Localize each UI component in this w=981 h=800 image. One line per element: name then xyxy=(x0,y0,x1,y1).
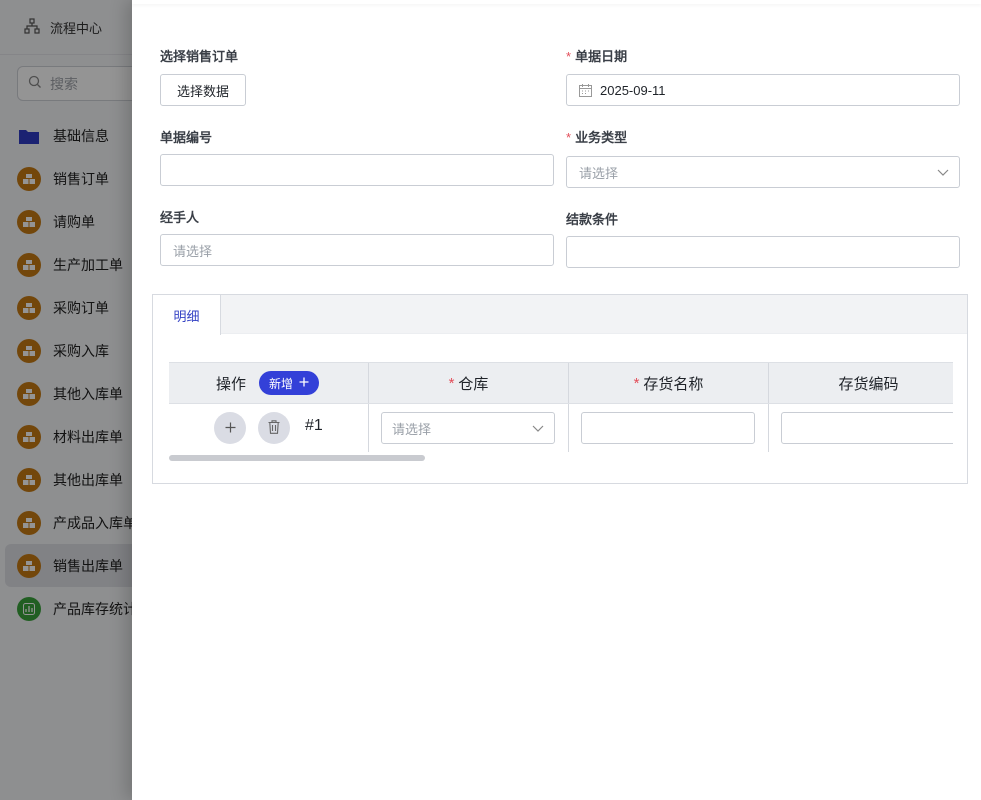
payment-terms-input[interactable] xyxy=(566,236,960,268)
horizontal-scrollbar[interactable] xyxy=(169,455,425,461)
business-type-placeholder: 请选择 xyxy=(579,165,619,181)
doc-number-input[interactable] xyxy=(160,154,554,186)
chevron-down-icon xyxy=(532,421,544,436)
doc-date-label: * 单据日期 xyxy=(566,46,627,65)
row-actions-cell: #1 xyxy=(169,404,369,452)
warehouse-cell: 请选择 xyxy=(369,404,569,452)
business-type-select[interactable]: 请选择 xyxy=(566,156,960,188)
required-mark: * xyxy=(566,49,572,64)
doc-number-label: 单据编号 xyxy=(160,130,213,145)
handler-label: 经手人 xyxy=(160,210,200,225)
required-mark: * xyxy=(448,374,455,392)
plus-icon xyxy=(225,420,236,436)
warehouse-select[interactable]: 请选择 xyxy=(381,412,555,444)
column-header-label: 仓库 xyxy=(458,375,489,393)
detail-tab-bar: 明细 xyxy=(153,295,967,335)
required-mark: * xyxy=(633,374,640,392)
column-header-label: 操作 xyxy=(216,375,247,393)
detail-section: 明细 操作 新增 * 仓库 * 存货名称 存货编码 #1 请选择 xyxy=(152,294,968,484)
calendar-icon xyxy=(579,83,592,97)
select-data-button[interactable]: 选择数据 xyxy=(160,74,246,106)
column-header-item-code: 存货编码 xyxy=(769,363,953,403)
warehouse-placeholder: 请选择 xyxy=(392,421,432,437)
doc-date-label-text: 单据日期 xyxy=(575,49,628,64)
plus-icon xyxy=(299,376,309,390)
add-row-button[interactable]: 新增 xyxy=(259,371,320,395)
column-header-label: 存货编码 xyxy=(838,375,899,393)
item-code-cell xyxy=(769,404,953,452)
item-name-input[interactable] xyxy=(581,412,755,444)
required-mark: * xyxy=(566,130,572,145)
panel-top-divider xyxy=(132,0,981,4)
add-row-label: 新增 xyxy=(269,376,294,391)
table-row: #1 请选择 xyxy=(169,404,953,452)
column-header-actions: 操作 新增 xyxy=(169,363,369,403)
handler-select[interactable]: 请选择 xyxy=(160,234,554,266)
chevron-down-icon xyxy=(937,165,949,180)
item-code-input[interactable] xyxy=(781,412,953,444)
payment-terms-label: 结款条件 xyxy=(566,212,619,227)
column-header-warehouse: * 仓库 xyxy=(369,363,569,403)
sales-delivery-form-panel: 选择销售订单 选择数据 * 单据日期 2025-09-11 单据编号 * 业务类型 … xyxy=(132,0,981,800)
delete-row-button[interactable] xyxy=(258,412,290,444)
doc-date-picker[interactable]: 2025-09-11 xyxy=(566,74,960,106)
modal-overlay[interactable] xyxy=(0,0,132,800)
add-row-below-button[interactable] xyxy=(214,412,246,444)
column-header-label: 存货名称 xyxy=(643,375,704,393)
handler-placeholder: 请选择 xyxy=(173,243,213,259)
sales-order-label: 选择销售订单 xyxy=(160,49,239,64)
row-index: #1 xyxy=(305,417,323,434)
doc-date-value: 2025-09-11 xyxy=(600,82,666,98)
grid-header: 操作 新增 * 仓库 * 存货名称 存货编码 xyxy=(169,362,953,404)
tab-detail[interactable]: 明细 xyxy=(153,295,221,335)
detail-grid: 操作 新增 * 仓库 * 存货名称 存货编码 #1 请选择 xyxy=(169,362,953,454)
item-name-cell xyxy=(569,404,769,452)
business-type-label-text: 业务类型 xyxy=(575,130,628,145)
column-header-item-name: * 存货名称 xyxy=(569,363,769,403)
business-type-label: * 业务类型 xyxy=(566,127,627,146)
trash-icon xyxy=(268,419,280,437)
